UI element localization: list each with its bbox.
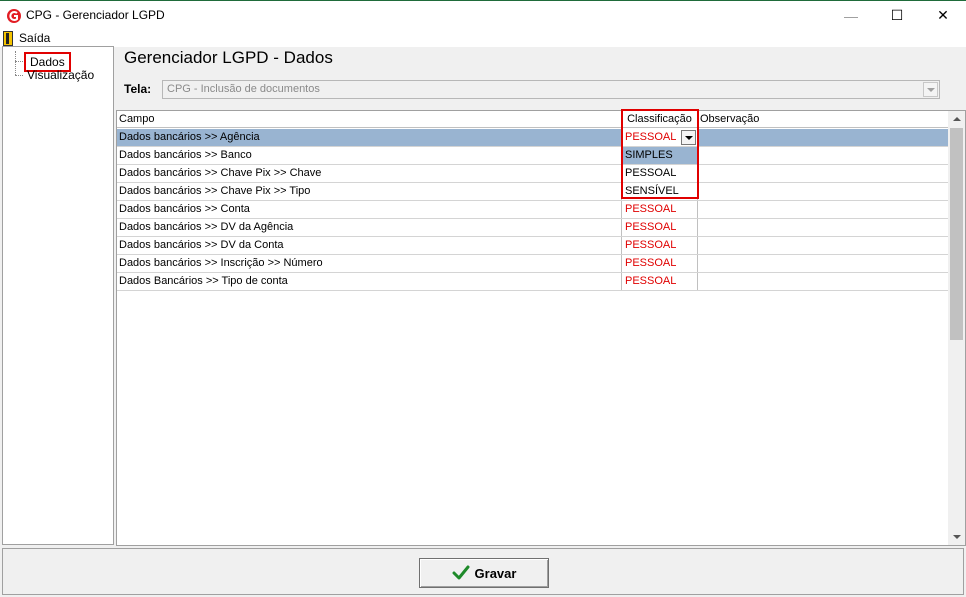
navigation-tree: Dados Visualização <box>2 46 114 545</box>
dropdown-option-sensivel[interactable]: SENSÍVEL <box>622 183 697 201</box>
cell-classificacao[interactable]: PESSOAL <box>622 237 698 254</box>
menu-bar: Saída <box>0 29 966 47</box>
cell-observacao[interactable] <box>698 129 948 146</box>
data-grid: Campo Classificação Observação Dados ban… <box>116 109 966 546</box>
cell-classificacao[interactable]: PESSOAL <box>622 129 698 146</box>
window-title: CPG - Gerenciador LGPD <box>26 8 165 22</box>
column-header-campo[interactable]: Campo <box>117 111 622 128</box>
cell-observacao[interactable] <box>698 165 948 182</box>
table-row[interactable]: Dados bancários >> Banco <box>117 147 948 165</box>
cell-observacao[interactable] <box>698 237 948 254</box>
tela-select[interactable]: CPG - Inclusão de documentos <box>162 80 940 99</box>
cell-campo[interactable]: Dados bancários >> Chave Pix >> Tipo <box>117 183 622 200</box>
table-row[interactable]: Dados bancários >> Chave Pix >> Tipo <box>117 183 948 201</box>
cell-classificacao[interactable]: PESSOAL <box>622 255 698 272</box>
cell-observacao[interactable] <box>698 147 948 164</box>
cell-campo[interactable]: Dados bancários >> Agência <box>117 129 622 146</box>
cell-campo[interactable]: Dados bancários >> Banco <box>117 147 622 164</box>
cell-observacao[interactable] <box>698 219 948 236</box>
cell-campo[interactable]: Dados bancários >> Inscrição >> Número <box>117 255 622 272</box>
title-bar: CPG - Gerenciador LGPD — ☐ ✕ <box>0 0 966 30</box>
grid-header: Campo Classificação Observação <box>117 111 948 128</box>
cell-campo[interactable]: Dados bancários >> DV da Agência <box>117 219 622 236</box>
dropdown-option-simples[interactable]: SIMPLES <box>622 147 697 165</box>
checkmark-icon <box>452 565 470 580</box>
cell-campo[interactable]: Dados bancários >> DV da Conta <box>117 237 622 254</box>
table-row[interactable]: Dados bancários >> Inscrição >> Número P… <box>117 255 948 273</box>
tree-item-visualizacao[interactable]: Visualização <box>27 68 94 82</box>
tree-connector <box>15 61 23 62</box>
page-title: Gerenciador LGPD - Dados <box>124 48 333 67</box>
footer-bar: Gravar <box>2 548 964 595</box>
cpg-logo-icon <box>7 9 21 23</box>
cell-observacao[interactable] <box>698 255 948 272</box>
cell-classificacao[interactable]: PESSOAL <box>622 201 698 218</box>
cell-observacao[interactable] <box>698 201 948 218</box>
table-row[interactable]: Dados Bancários >> Tipo de conta PESSOAL <box>117 273 948 291</box>
classificacao-dropdown-list: SIMPLES PESSOAL SENSÍVEL <box>622 147 697 201</box>
table-row[interactable]: Dados bancários >> Chave Pix >> Chave <box>117 165 948 183</box>
cell-classificacao[interactable]: PESSOAL <box>622 273 698 290</box>
cell-campo[interactable]: Dados bancários >> Conta <box>117 201 622 218</box>
table-row[interactable]: Dados bancários >> Conta PESSOAL <box>117 201 948 219</box>
table-row[interactable]: Dados bancários >> Agência PESSOAL <box>117 129 948 147</box>
close-button[interactable]: ✕ <box>920 1 966 30</box>
gravar-label: Gravar <box>474 565 517 581</box>
gravar-button[interactable]: Gravar <box>419 558 549 588</box>
scroll-thumb[interactable] <box>950 128 963 340</box>
cell-campo[interactable]: Dados bancários >> Chave Pix >> Chave <box>117 165 622 182</box>
cell-observacao[interactable] <box>698 183 948 200</box>
scroll-up-icon[interactable] <box>948 111 965 128</box>
menu-exit[interactable]: Saída <box>3 29 50 47</box>
cell-campo[interactable]: Dados Bancários >> Tipo de conta <box>117 273 622 290</box>
classificacao-value: PESSOAL <box>625 131 677 143</box>
tree-connector <box>15 75 23 76</box>
column-header-classificacao[interactable]: Classificação <box>622 111 698 128</box>
maximize-button[interactable]: ☐ <box>874 1 920 30</box>
chevron-down-icon[interactable] <box>923 82 938 97</box>
dropdown-option-pessoal[interactable]: PESSOAL <box>622 165 697 183</box>
chevron-down-icon[interactable] <box>681 130 696 145</box>
table-row[interactable]: Dados bancários >> DV da Agência PESSOAL <box>117 219 948 237</box>
cell-classificacao[interactable]: PESSOAL <box>622 219 698 236</box>
menu-exit-label: Saída <box>19 31 51 45</box>
main-panel: Gerenciador LGPD - Dados Tela: CPG - Inc… <box>116 46 966 546</box>
scroll-down-icon[interactable] <box>948 528 965 545</box>
column-header-observacao[interactable]: Observação <box>698 111 948 128</box>
table-row[interactable]: Dados bancários >> DV da Conta PESSOAL <box>117 237 948 255</box>
tree-connector <box>15 51 16 75</box>
tela-select-value: CPG - Inclusão de documentos <box>167 83 320 95</box>
cell-observacao[interactable] <box>698 273 948 290</box>
vertical-scrollbar[interactable] <box>948 111 965 545</box>
tela-label: Tela: <box>124 82 152 96</box>
grid-rows: Dados bancários >> Agência PESSOAL Dados… <box>117 109 948 291</box>
minimize-button[interactable]: — <box>828 1 874 30</box>
door-exit-icon <box>3 30 13 46</box>
